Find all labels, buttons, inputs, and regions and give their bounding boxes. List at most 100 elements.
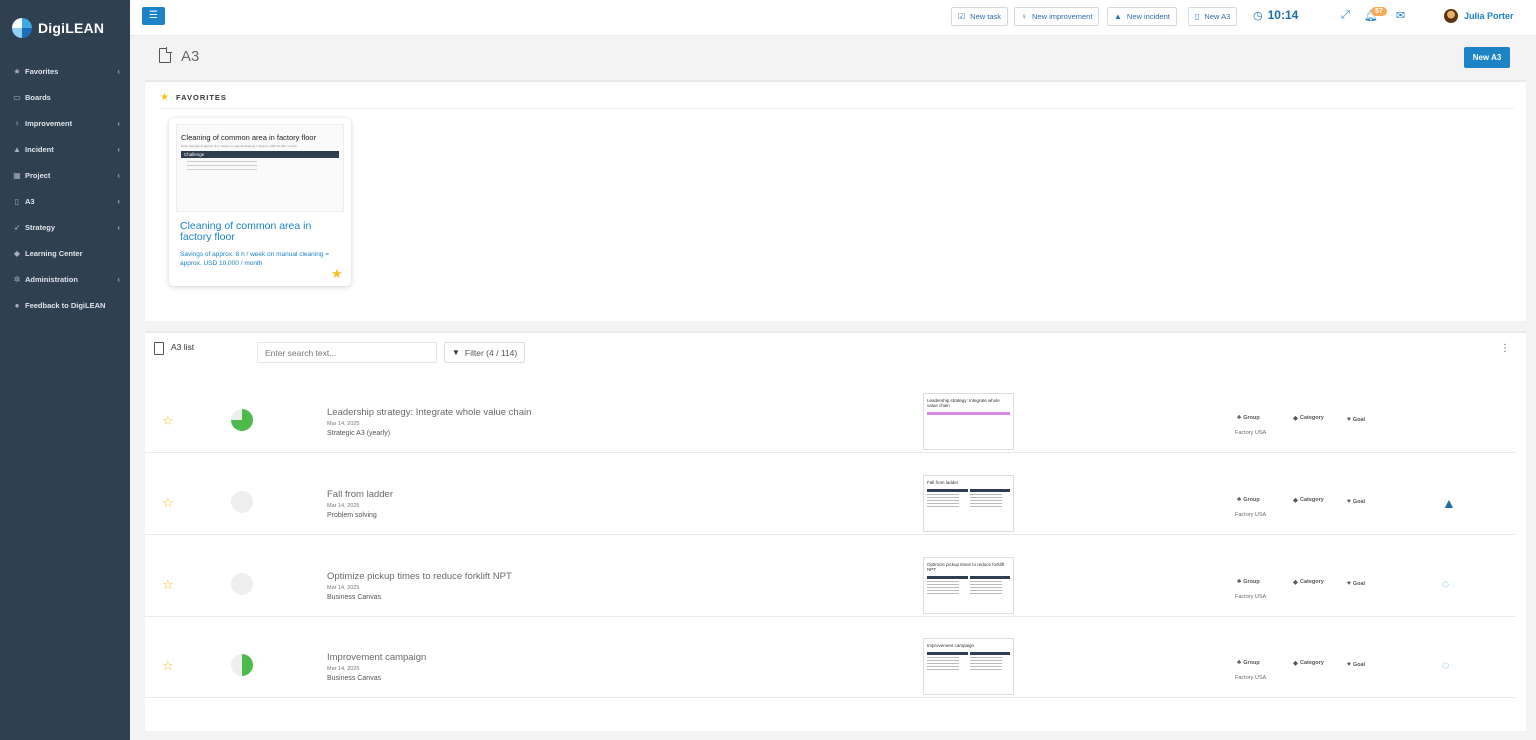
sidebar-item-incident[interactable]: ▲ Incident ‹ xyxy=(0,136,130,162)
tag-icon: ◆ xyxy=(1293,415,1298,422)
search-input[interactable] xyxy=(257,342,437,363)
envelope-icon[interactable]: ✉ xyxy=(1396,9,1405,22)
group-value: Factory USA xyxy=(1235,430,1267,436)
a3-list-title: A3 list xyxy=(171,342,195,352)
tag-icon: ◆ xyxy=(1293,497,1298,504)
a3-date: Mar 14, 2025 xyxy=(327,585,360,591)
sidebar-item-a3[interactable]: ▯ A3 ‹ xyxy=(0,188,130,214)
goal-tag: ♥ Goal xyxy=(1347,416,1365,423)
page-title: A3 xyxy=(181,48,200,65)
table-row[interactable]: ☆ Fall from ladder Mar 14, 2025 Problem sol… xyxy=(145,453,1515,535)
user-menu[interactable]: Julia Porter xyxy=(1444,9,1514,23)
group-value: Factory USA xyxy=(1235,675,1267,681)
category-tag: ◆ Category xyxy=(1293,659,1324,667)
sidebar-item-label: Favorites xyxy=(25,66,59,76)
notification-badge[interactable]: 57 xyxy=(1371,7,1387,16)
thumbnail-section: Challenge xyxy=(181,151,339,158)
new-task-button[interactable]: ☑ New task xyxy=(951,7,1009,26)
group-label: Group xyxy=(1243,659,1260,666)
fullscreen-icon[interactable]: ⤢ xyxy=(1341,9,1350,22)
group-label: Group xyxy=(1243,414,1260,421)
lightbulb-icon[interactable]: ◌ xyxy=(1442,658,1449,672)
new-a3-top-button[interactable]: ▯ New A3 xyxy=(1188,7,1238,26)
logo[interactable]: DigiLEAN xyxy=(0,0,130,56)
a3-title[interactable]: Optimize pickup times to reduce forklift… xyxy=(327,571,512,582)
group-icon: ♣ xyxy=(1237,496,1242,503)
user-name: Julia Porter xyxy=(1464,11,1514,21)
new-a3-button[interactable]: New A3 xyxy=(1464,47,1510,68)
group-value: Factory USA xyxy=(1235,594,1267,600)
lightbulb-icon: ♀ xyxy=(14,118,20,128)
new-incident-button[interactable]: ▲ New incident xyxy=(1107,7,1177,26)
chevron-left-icon: ‹ xyxy=(117,66,120,76)
sidebar-item-label: Incident xyxy=(25,144,54,154)
sidebar-item-boards[interactable]: ▭ Boards xyxy=(0,84,130,110)
favorite-toggle-star-icon[interactable]: ☆ xyxy=(162,577,174,593)
favorite-card[interactable]: Cleaning of common area in factory floor… xyxy=(169,118,351,286)
tag-icon: ◆ xyxy=(1293,660,1298,667)
goal-tag: ♥ Goal xyxy=(1347,580,1365,587)
a3-date: Mar 14, 2025 xyxy=(327,503,360,509)
a3-type: Business Canvas xyxy=(327,594,382,601)
warning-icon[interactable]: ▲ xyxy=(1442,495,1456,511)
new-improvement-button[interactable]: ♀ New improvement xyxy=(1014,7,1100,26)
sidebar-item-project[interactable]: ▦ Project ‹ xyxy=(0,162,130,188)
thumbnail-title: Fall from ladder xyxy=(927,480,959,485)
lightbulb-icon[interactable]: ◌ xyxy=(1442,577,1449,591)
a3-thumbnail[interactable]: Improvement campaign xyxy=(923,638,1014,695)
favorites-heading: ★ FAVORITES xyxy=(160,92,227,103)
new-a3-top-label: New A3 xyxy=(1204,12,1231,21)
clock-icon: ◷ xyxy=(1253,9,1263,22)
table-row[interactable]: ☆ Optimize pickup times to reduce forklif… xyxy=(145,535,1515,617)
sidebar-item-favorites[interactable]: ★ Favorites ‹ xyxy=(0,58,130,84)
sidebar-item-feedback-to-digilean[interactable]: ● Feedback to DigiLEAN xyxy=(0,292,130,318)
sidebar-item-label: Project xyxy=(25,170,51,180)
digilean-logo-icon xyxy=(12,18,32,38)
chevron-left-icon: ‹ xyxy=(117,170,120,180)
page-header: A3 New A3 xyxy=(145,38,1526,78)
a3-thumbnail[interactable]: Optimize pickup times to reduce forklift… xyxy=(923,557,1014,614)
avatar xyxy=(1444,9,1458,23)
table-row[interactable]: ☆ Improvement campaign Mar 14, 2025 Busines… xyxy=(145,616,1515,698)
sidebar-item-learning-center[interactable]: ◆ Learning Center xyxy=(0,240,130,266)
sidebar-item-label: Improvement xyxy=(25,118,73,128)
group-tag: ♣ Group xyxy=(1237,414,1260,421)
favorite-toggle-star-icon[interactable]: ☆ xyxy=(162,413,174,429)
new-incident-label: New incident xyxy=(1126,12,1170,21)
favorite-toggle-star-icon[interactable]: ☆ xyxy=(162,658,174,674)
filter-button[interactable]: ▼ Filter (4 / 114) xyxy=(444,342,526,363)
group-tag: ♣ Group xyxy=(1237,659,1260,666)
a3-title[interactable]: Improvement campaign xyxy=(327,652,426,663)
a3-thumbnail[interactable]: Leadership strategy: Integrate whole val… xyxy=(923,393,1014,450)
sidebar-nav: ★ Favorites ‹ ▭ Boards ♀ Improvement ‹ ▲ Incident… xyxy=(0,58,130,318)
favorite-star-icon[interactable]: ★ xyxy=(331,266,343,282)
menu-toggle-button[interactable]: ☰ xyxy=(142,7,165,25)
table-row[interactable]: ☆ Leadership strategy: Integrate whole va… xyxy=(145,371,1515,453)
goal-icon: ♥ xyxy=(1347,416,1351,423)
goal-label: Goal xyxy=(1352,416,1366,423)
goal-tag: ♥ Goal xyxy=(1347,498,1365,505)
monitor-icon: ▭ xyxy=(13,92,21,102)
group-icon: ♣ xyxy=(1237,414,1242,421)
a3-title[interactable]: Fall from ladder xyxy=(327,489,393,500)
goal-icon: ♥ xyxy=(1347,661,1351,668)
thumbnail-title: Improvement campaign xyxy=(927,643,975,648)
sidebar-item-administration[interactable]: ✲ Administration ‹ xyxy=(0,266,130,292)
a3-thumbnail[interactable]: Fall from ladder xyxy=(923,475,1014,532)
thumbnail-line xyxy=(187,169,257,170)
sidebar-item-improvement[interactable]: ♀ Improvement ‹ xyxy=(0,110,130,136)
favorites-heading-label: FAVORITES xyxy=(175,93,227,102)
favorite-card-title[interactable]: Cleaning of common area in factory floor xyxy=(180,221,345,243)
sidebar-item-label: Boards xyxy=(25,92,51,102)
progress-pie xyxy=(231,491,253,513)
sidebar-item-strategy[interactable]: ➶ Strategy ‹ xyxy=(0,214,130,240)
lightbulb-icon: ♀ xyxy=(1021,12,1027,21)
sidebar-item-label: A3 xyxy=(25,196,35,206)
calendar-icon: ▦ xyxy=(13,170,21,180)
progress-pie xyxy=(231,409,253,431)
favorite-toggle-star-icon[interactable]: ☆ xyxy=(162,495,174,511)
a3-date: Mar 14, 2025 xyxy=(327,666,360,672)
more-options-icon[interactable]: ⋮ xyxy=(1500,343,1510,354)
a3-title[interactable]: Leadership strategy: Integrate whole val… xyxy=(327,407,531,418)
group-tag: ♣ Group xyxy=(1237,496,1260,503)
